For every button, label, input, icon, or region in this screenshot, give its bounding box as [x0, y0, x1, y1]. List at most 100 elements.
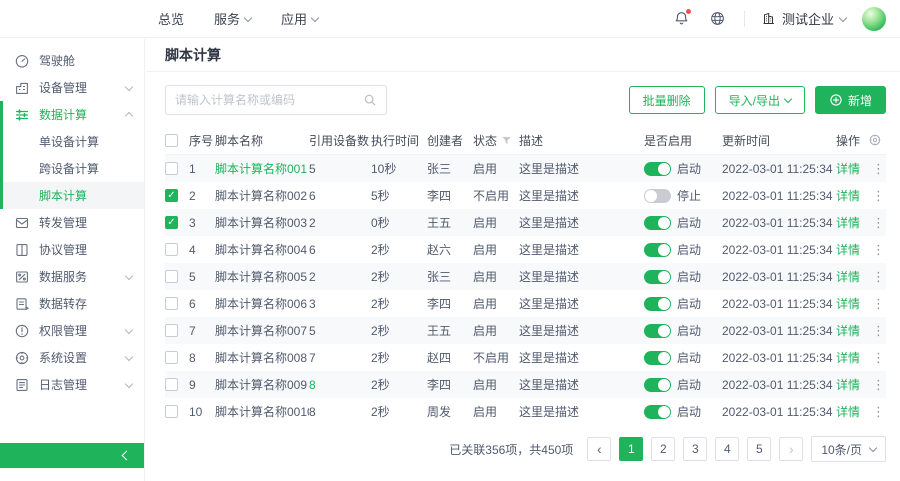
- globe-icon[interactable]: [708, 9, 728, 29]
- sidebar-item-log-mgmt[interactable]: 日志管理: [0, 371, 144, 398]
- enable-label: 启动: [677, 295, 701, 312]
- row-checkbox[interactable]: [165, 162, 178, 175]
- collapse-sidebar-button[interactable]: [0, 443, 144, 468]
- row-checkbox[interactable]: ✓: [165, 216, 178, 229]
- script-name-link[interactable]: 脚本计算名称009: [215, 376, 309, 393]
- row-checkbox[interactable]: [165, 405, 178, 418]
- sidebar-item-data-service[interactable]: 数据服务: [0, 263, 144, 290]
- enable-toggle[interactable]: [644, 405, 671, 419]
- enable-toggle[interactable]: [644, 351, 671, 365]
- enable-toggle[interactable]: [644, 189, 671, 203]
- script-name-link[interactable]: 脚本计算名称004: [215, 241, 309, 258]
- top-nav-services[interactable]: 服务: [214, 9, 251, 28]
- sidebar-item-protocol-mgmt[interactable]: 协议管理: [0, 236, 144, 263]
- sidebar-item-single-device-calc[interactable]: 单设备计算: [3, 128, 144, 155]
- script-name-link[interactable]: 脚本计算名称002: [215, 187, 309, 204]
- script-name-link[interactable]: 脚本计算名称006: [215, 295, 309, 312]
- page-button-2[interactable]: 2: [651, 437, 675, 461]
- enable-toggle[interactable]: [644, 243, 671, 257]
- action-cell: 详情 ⋮: [836, 187, 886, 204]
- more-actions-icon[interactable]: ⋮: [872, 269, 882, 285]
- detail-link[interactable]: 详情: [836, 403, 860, 420]
- more-actions-icon[interactable]: ⋮: [872, 215, 882, 231]
- page-button-1[interactable]: 1: [619, 437, 643, 461]
- page-button-4[interactable]: 4: [715, 437, 739, 461]
- top-nav-apps[interactable]: 应用: [281, 9, 318, 28]
- sidebar-item-label: 跨设备计算: [39, 160, 99, 177]
- user-avatar[interactable]: [862, 7, 886, 31]
- detail-link[interactable]: 详情: [836, 187, 860, 204]
- detail-link[interactable]: 详情: [836, 268, 860, 285]
- filter-icon[interactable]: [501, 135, 512, 146]
- row-checkbox[interactable]: [165, 351, 178, 364]
- updated-time: 2022-03-01 11:25:34: [722, 189, 836, 203]
- more-actions-icon[interactable]: ⋮: [872, 242, 882, 258]
- status: 启用: [473, 268, 519, 285]
- search-input[interactable]: [175, 93, 363, 107]
- enable-toggle[interactable]: [644, 216, 671, 230]
- sidebar-item-cockpit[interactable]: 驾驶舱: [0, 47, 144, 74]
- sidebar-item-script-calc[interactable]: 脚本计算: [3, 182, 144, 209]
- sidebar-item-device-mgmt[interactable]: 设备管理: [0, 74, 144, 101]
- top-nav-overview[interactable]: 总览: [158, 9, 184, 28]
- script-name-link[interactable]: 脚本计算名称008: [215, 349, 309, 366]
- script-name-link[interactable]: 脚本计算名称005: [215, 268, 309, 285]
- more-actions-icon[interactable]: ⋮: [872, 350, 882, 366]
- prev-page-button[interactable]: ‹: [587, 437, 611, 461]
- row-checkbox[interactable]: [165, 270, 178, 283]
- enable-toggle[interactable]: [644, 297, 671, 311]
- data-service-icon: [14, 269, 30, 285]
- detail-link[interactable]: 详情: [836, 376, 860, 393]
- sidebar-item-data-calc[interactable]: 数据计算: [3, 101, 144, 128]
- sidebar-item-perm-mgmt[interactable]: 权限管理: [0, 317, 144, 344]
- script-name-link[interactable]: 脚本计算名称003: [215, 214, 309, 231]
- sidebar-item-sys-settings[interactable]: 系统设置: [0, 344, 144, 371]
- page-button-3[interactable]: 3: [683, 437, 707, 461]
- device-count: 2: [309, 270, 371, 284]
- more-actions-icon[interactable]: ⋮: [872, 161, 882, 177]
- search-icon[interactable]: [363, 93, 377, 107]
- enable-toggle[interactable]: [644, 270, 671, 284]
- more-actions-icon[interactable]: ⋮: [872, 296, 882, 312]
- company-switcher[interactable]: 测试企业: [761, 9, 846, 28]
- top-nav-label: 服务: [214, 9, 240, 28]
- notification-bell-icon[interactable]: [672, 9, 692, 29]
- select-all-checkbox[interactable]: [165, 134, 178, 147]
- detail-link[interactable]: 详情: [836, 214, 860, 231]
- action-cell: 详情 ⋮: [836, 295, 886, 312]
- import-export-button[interactable]: 导入/导出: [715, 86, 805, 114]
- script-name-link[interactable]: 脚本计算名称0010: [215, 403, 309, 420]
- column-settings-icon[interactable]: [868, 133, 882, 147]
- detail-link[interactable]: 详情: [836, 160, 860, 177]
- enable-toggle[interactable]: [644, 162, 671, 176]
- page-button-5[interactable]: 5: [747, 437, 771, 461]
- script-name-link[interactable]: 脚本计算名称001: [215, 160, 309, 177]
- sidebar-item-forward-mgmt[interactable]: 转发管理: [0, 209, 144, 236]
- enable-toggle[interactable]: [644, 324, 671, 338]
- sidebar-item-cross-device-calc[interactable]: 跨设备计算: [3, 155, 144, 182]
- row-checkbox[interactable]: [165, 378, 178, 391]
- row-checkbox[interactable]: [165, 297, 178, 310]
- detail-link[interactable]: 详情: [836, 241, 860, 258]
- detail-link[interactable]: 详情: [836, 295, 860, 312]
- row-checkbox[interactable]: [165, 243, 178, 256]
- more-actions-icon[interactable]: ⋮: [872, 323, 882, 339]
- next-page-button[interactable]: ›: [779, 437, 803, 461]
- add-button[interactable]: 新增: [815, 86, 886, 114]
- enable-toggle[interactable]: [644, 378, 671, 392]
- sidebar-item-data-store[interactable]: 数据转存: [0, 290, 144, 317]
- row-checkbox[interactable]: [165, 324, 178, 337]
- detail-link[interactable]: 详情: [836, 349, 860, 366]
- column-header-devices: 引用设备数: [309, 132, 371, 149]
- status: 启用: [473, 214, 519, 231]
- script-name-link[interactable]: 脚本计算名称007: [215, 322, 309, 339]
- row-checkbox[interactable]: ✓: [165, 189, 178, 202]
- more-actions-icon[interactable]: ⋮: [872, 377, 882, 393]
- page-size-select[interactable]: 10条/页: [811, 436, 886, 462]
- pagination: 已关联356项，共450项 ‹ 12345 › 10条/页: [146, 425, 900, 462]
- batch-delete-button[interactable]: 批量删除: [629, 86, 705, 114]
- more-actions-icon[interactable]: ⋮: [872, 404, 882, 420]
- permission-icon: [14, 323, 30, 339]
- more-actions-icon[interactable]: ⋮: [872, 188, 882, 204]
- detail-link[interactable]: 详情: [836, 322, 860, 339]
